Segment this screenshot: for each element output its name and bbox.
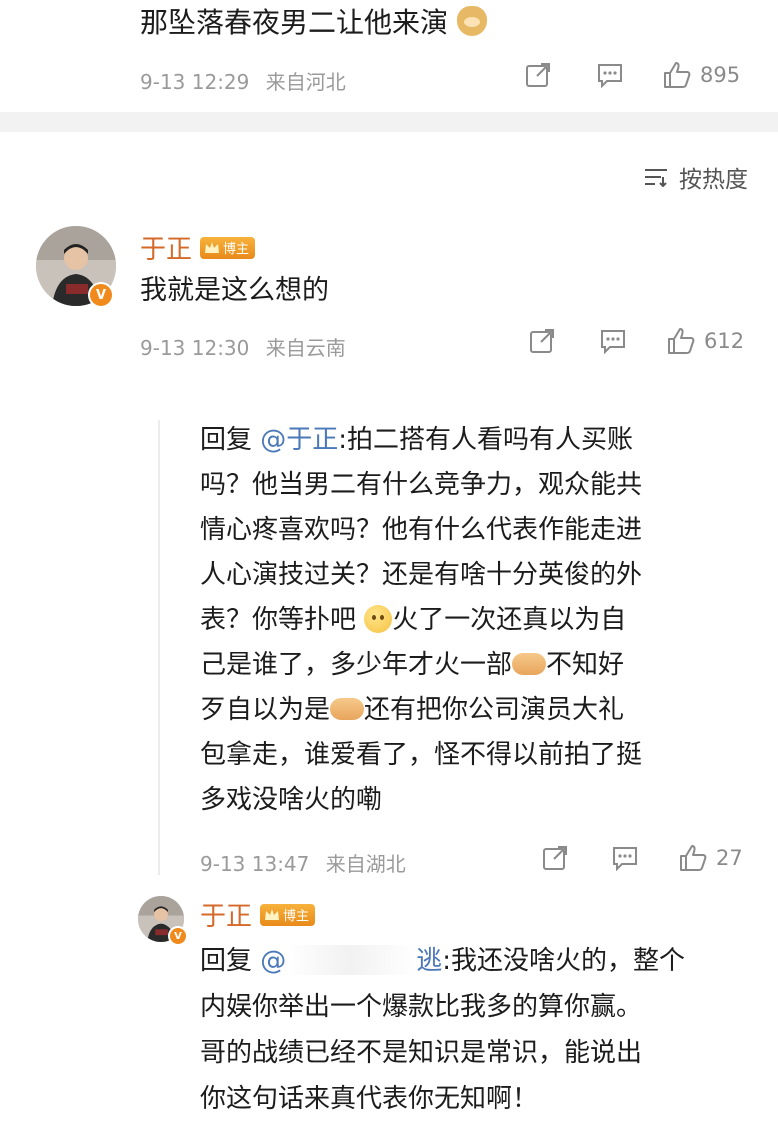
comment-icon	[598, 64, 622, 89]
reply-text: 回复 @于正:拍二搭有人看吗有人买账 吗？他当男二有什么竞争力，观众能共 情心疼…	[200, 425, 643, 815]
blogger-badge: 博主	[200, 236, 256, 259]
verified-badge-icon: V	[168, 926, 188, 946]
redacted-username	[286, 945, 417, 975]
smile-emoji-icon	[364, 605, 393, 633]
location: 来自云南	[265, 336, 346, 360]
like-count: 895	[700, 63, 741, 87]
blogger-reply-text: 回复 @ 逃:我还没啥火的，整个 内娱你举出一个爆款比我多的算你赢。 哥的战绩已经…	[200, 945, 686, 1114]
like-count: 612	[704, 329, 745, 353]
top-comment-text: 那坠落春夜男二让他来演	[140, 0, 487, 46]
section-divider	[0, 112, 778, 132]
thumbs-up-icon	[680, 845, 707, 871]
like-count: 27	[716, 846, 743, 870]
username[interactable]: 于正	[140, 229, 192, 266]
top-comment: 那坠落春夜男二让他来演 9-13 12:29 来自河北 895	[0, 0, 778, 112]
share-icon	[543, 846, 567, 870]
like-button[interactable]: 895	[662, 60, 740, 90]
thumbs-up-icon	[668, 328, 695, 354]
comment-button[interactable]	[598, 326, 628, 356]
like-button[interactable]: 612	[666, 326, 744, 356]
share-button[interactable]	[540, 843, 570, 873]
mention-link[interactable]: @于正	[260, 425, 338, 455]
location: 来自河北	[265, 70, 346, 94]
share-icon	[526, 63, 550, 87]
timestamp: 9-13 13:47	[200, 852, 310, 876]
mention-link[interactable]: @	[260, 946, 286, 976]
share-button[interactable]	[523, 60, 553, 90]
crown-icon	[265, 908, 280, 920]
timestamp: 9-13 12:30	[140, 336, 250, 360]
comment-meta: 9-13 12:30 来自云南	[140, 332, 346, 361]
handshake-emoji-icon	[330, 698, 365, 720]
top-comment-meta: 9-13 12:29 来自河北	[140, 66, 346, 95]
sort-icon	[645, 169, 667, 187]
username[interactable]: 于正	[200, 896, 252, 933]
comment-button[interactable]	[610, 843, 640, 873]
sort-bar: 按热度	[0, 132, 778, 222]
comment-header: 于正 博主	[140, 229, 256, 266]
timestamp: 9-13 12:29	[140, 70, 250, 94]
like-button[interactable]: 27	[678, 843, 743, 873]
blogger-badge: 博主	[260, 903, 316, 926]
comment-icon	[601, 330, 625, 355]
comment-icon	[613, 847, 637, 872]
handshake-emoji-icon	[512, 653, 547, 675]
location: 来自湖北	[325, 852, 406, 876]
doge-emoji-icon	[456, 6, 487, 36]
reply-meta: 9-13 13:47 来自湖北	[200, 848, 406, 877]
comment-text: 我就是这么想的	[140, 275, 329, 306]
reply-thread-line	[158, 420, 160, 875]
crown-icon	[205, 241, 220, 253]
verified-badge-icon: V	[88, 282, 114, 308]
share-button[interactable]	[527, 326, 557, 356]
thumbs-up-icon	[664, 62, 691, 88]
sort-toggle[interactable]: 按热度	[643, 160, 748, 194]
share-icon	[530, 329, 554, 353]
sort-label: 按热度	[679, 167, 748, 193]
reply-header: 于正 博主	[200, 896, 316, 933]
comment-button[interactable]	[595, 60, 625, 90]
